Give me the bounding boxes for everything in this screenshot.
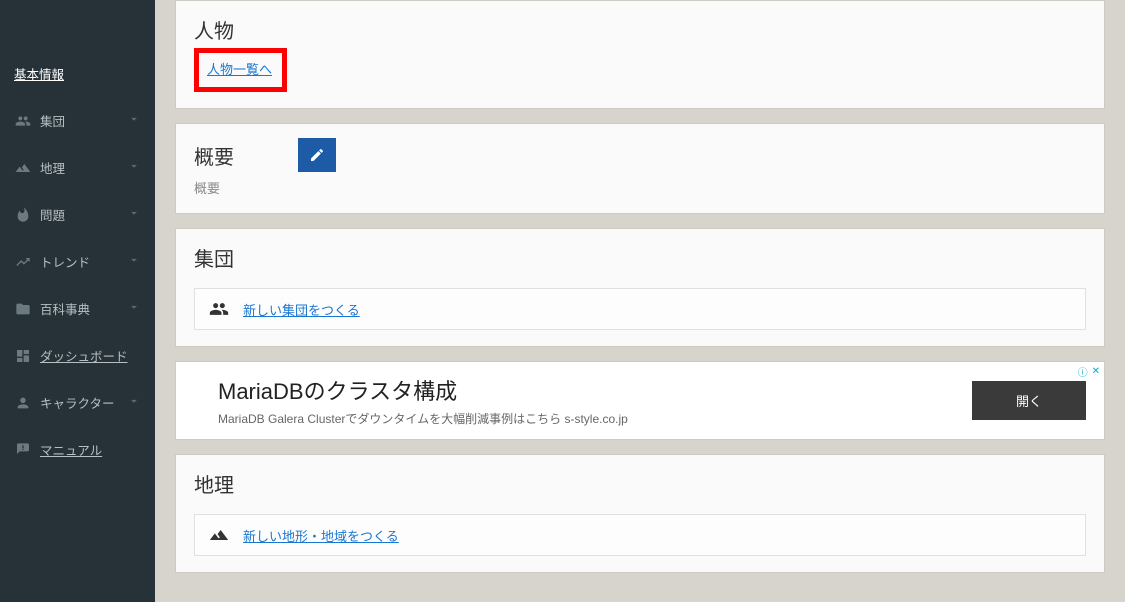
sidebar-item-label: 地理 <box>40 158 65 177</box>
person-list-link[interactable]: 人物一覧へ <box>207 62 272 77</box>
sidebar-item-character[interactable]: キャラクター <box>0 379 155 426</box>
people-icon <box>209 299 229 319</box>
chevron-down-icon <box>127 206 141 223</box>
sidebar-item-label: トレンド <box>40 252 90 271</box>
ad-close-icon[interactable]: ✕ <box>1092 366 1100 377</box>
overview-title: 概要 <box>194 141 234 170</box>
folder-icon <box>14 301 32 317</box>
ad-info-icon: ⓘ <box>1078 364 1088 379</box>
group-card: 集団 新しい集団をつくる <box>175 228 1105 347</box>
pencil-icon <box>309 147 325 163</box>
person-title: 人物 <box>194 15 1086 44</box>
sidebar-item-problem[interactable]: 問題 <box>0 191 155 238</box>
ad-sub: MariaDB Galera Clusterでダウンタイムを大幅削減事例はこちら… <box>218 410 628 427</box>
ad-title: MariaDBのクラスタ構成 <box>218 374 628 406</box>
trending-icon <box>14 254 32 270</box>
sidebar-item-label: 問題 <box>40 205 65 224</box>
terrain-icon <box>14 160 32 176</box>
help-icon <box>14 442 32 458</box>
ad-card: MariaDBのクラスタ構成 MariaDB Galera Clusterでダウ… <box>175 361 1105 440</box>
people-icon <box>14 113 32 129</box>
chevron-down-icon <box>127 394 141 411</box>
chevron-down-icon <box>127 112 141 129</box>
geo-action-box: 新しい地形・地域をつくる <box>194 514 1086 556</box>
edit-button[interactable] <box>298 138 336 172</box>
chevron-down-icon <box>127 300 141 317</box>
group-title: 集団 <box>194 243 1086 272</box>
highlight-box: 人物一覧へ <box>194 48 287 92</box>
ad-open-button[interactable]: 開く <box>972 381 1086 420</box>
overview-card: 概要 概要 <box>175 123 1105 214</box>
chevron-down-icon <box>127 159 141 176</box>
person-icon <box>14 395 32 411</box>
group-action-box: 新しい集団をつくる <box>194 288 1086 330</box>
sidebar-item-label: ダッシュボード <box>40 346 128 365</box>
sidebar-item-basic-info[interactable]: 基本情報 <box>0 50 155 97</box>
ad-text: MariaDBのクラスタ構成 MariaDB Galera Clusterでダウ… <box>218 374 628 427</box>
fire-icon <box>14 207 32 223</box>
main-content: 人物 人物一覧へ 概要 概要 集団 新しい集団をつくる MariaDBのクラスタ… <box>155 0 1125 602</box>
sidebar-item-geo[interactable]: 地理 <box>0 144 155 191</box>
ad-mark[interactable]: ⓘ ✕ <box>1078 364 1100 379</box>
sidebar-item-group[interactable]: 集団 <box>0 97 155 144</box>
dashboard-icon <box>14 348 32 364</box>
sidebar-item-label: 基本情報 <box>14 64 64 83</box>
sidebar-item-label: 百科事典 <box>40 299 90 318</box>
create-geo-link[interactable]: 新しい地形・地域をつくる <box>243 526 399 545</box>
overview-sub: 概要 <box>194 178 1086 197</box>
geo-card: 地理 新しい地形・地域をつくる <box>175 454 1105 573</box>
geo-title: 地理 <box>194 469 1086 498</box>
sidebar-item-trend[interactable]: トレンド <box>0 238 155 285</box>
sidebar-item-label: 集団 <box>40 111 65 130</box>
sidebar-item-dashboard[interactable]: ダッシュボード <box>0 332 155 379</box>
person-card: 人物 人物一覧へ <box>175 0 1105 109</box>
sidebar-item-manual[interactable]: マニュアル <box>0 426 155 473</box>
sidebar-item-encyclopedia[interactable]: 百科事典 <box>0 285 155 332</box>
sidebar-item-label: マニュアル <box>40 440 102 459</box>
sidebar-item-label: キャラクター <box>40 393 115 412</box>
create-group-link[interactable]: 新しい集団をつくる <box>243 300 360 319</box>
overview-header: 概要 <box>194 138 1086 172</box>
sidebar: 基本情報 集団 地理 問題 トレンド <box>0 0 155 602</box>
chevron-down-icon <box>127 253 141 270</box>
terrain-icon <box>209 525 229 545</box>
